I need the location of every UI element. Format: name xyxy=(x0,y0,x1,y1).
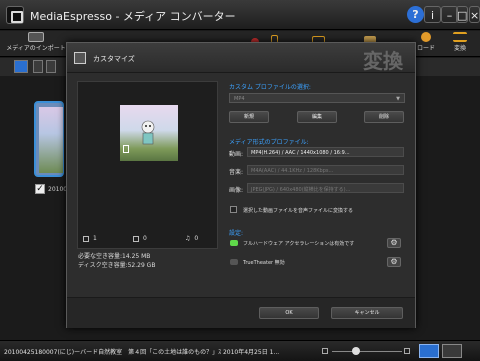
globe-icon xyxy=(421,32,431,42)
video-count-value: 1 xyxy=(93,235,97,242)
photo-count: 0 xyxy=(133,235,147,242)
hw-accel-label: フルハードウェア アクセラレーションは有効です xyxy=(243,241,355,247)
library-item-label: 20100 xyxy=(48,186,68,193)
image-profile-label: 画像: xyxy=(229,187,244,194)
photo-icon xyxy=(133,235,139,242)
upload-label: ロード xyxy=(416,45,435,52)
trutheater-label: TrueTheater 無効 xyxy=(243,260,285,266)
view-photo-button[interactable] xyxy=(46,60,56,73)
hw-accel-status-icon xyxy=(230,240,238,246)
thumbnail-size-slider[interactable] xyxy=(322,347,412,356)
convert-to-audio-label: 選択した動画ファイルを音声ファイルに変換する xyxy=(243,208,354,214)
settings-heading: 設定: xyxy=(229,230,244,237)
library-item-checkbox[interactable]: ✓ xyxy=(35,184,45,194)
zoom-out-icon xyxy=(322,348,328,354)
hw-accel-settings-button[interactable]: ⚙ xyxy=(387,238,401,248)
video-icon xyxy=(83,235,89,242)
title-bar: MediaEspresso ‐ メディア コンバーター ? i – □ × xyxy=(0,0,480,30)
required-space: 必要な空き容量:14.25 MB xyxy=(78,253,151,260)
import-label: メディアのインポート xyxy=(6,45,66,52)
slider-knob[interactable] xyxy=(352,347,360,355)
import-icon xyxy=(28,32,44,42)
free-space: ディスク空き容量:52.29 GB xyxy=(78,262,156,269)
maximize-button[interactable]: □ xyxy=(456,6,468,23)
custom-profile-select[interactable]: MP4 ▼ xyxy=(229,93,405,103)
edit-profile-button[interactable]: 編集 xyxy=(297,111,337,123)
cancel-button[interactable]: キャンセル xyxy=(331,307,403,319)
info-button[interactable]: i xyxy=(424,6,441,23)
trutheater-settings-button[interactable]: ⚙ xyxy=(387,257,401,267)
convert-button[interactable]: 変換 xyxy=(448,31,472,52)
preview-panel xyxy=(77,81,218,249)
view-video-button[interactable] xyxy=(33,60,43,73)
convert-label: 変換 xyxy=(453,45,466,52)
library-item-thumbnail[interactable] xyxy=(34,101,64,177)
video-badge-icon xyxy=(123,145,129,153)
music-count-value: 0 xyxy=(194,235,199,242)
app-logo-icon xyxy=(6,6,24,24)
upload-button[interactable]: ロード xyxy=(412,31,440,52)
trutheater-status-icon xyxy=(230,259,238,265)
video-profile-label: 動画: xyxy=(229,151,244,158)
zoom-in-icon xyxy=(404,348,410,354)
convert-to-audio-checkbox[interactable] xyxy=(230,206,237,213)
chevron-down-icon: ▼ xyxy=(396,96,400,102)
custom-profile-heading: カスタム プロファイルの選択: xyxy=(229,84,311,91)
new-profile-button[interactable]: 新規 xyxy=(229,111,269,123)
app-title: MediaEspresso ‐ メディア コンバーター xyxy=(30,10,236,23)
view-all-button[interactable] xyxy=(14,60,28,73)
ok-button[interactable]: OK xyxy=(259,307,319,319)
help-button[interactable]: ? xyxy=(407,6,424,23)
video-profile-field[interactable]: MP4(H.264) / AAC / 1440x1080 / 16:9... xyxy=(247,147,404,157)
dialog-watermark: 変換 xyxy=(363,49,403,73)
delete-profile-button[interactable]: 削除 xyxy=(364,111,404,123)
video-count: 1 xyxy=(83,235,97,242)
music-note-icon: ♫ xyxy=(185,235,191,242)
music-count: ♫ 0 xyxy=(185,235,198,242)
image-profile-field[interactable]: JPEG(JPG) / 640x480(縦横比を保持する)... xyxy=(247,183,404,193)
character-illustration xyxy=(141,120,155,145)
convert-arrows-icon xyxy=(453,32,467,42)
status-bar: 20100425180007(にじ)ーバード自然教室 第４回「この土地は誰のもの… xyxy=(0,340,480,361)
customize-dialog: カスタマイズ 変換 1 0 ♫ 0 必要な空き容量:14.25 MB ディスク空き… xyxy=(66,42,416,328)
photo-count-value: 0 xyxy=(143,235,147,242)
format-profile-heading: メディア形式のプロファイル: xyxy=(229,139,309,146)
dialog-title: カスタマイズ xyxy=(93,55,135,63)
audio-profile-label: 音楽: xyxy=(229,169,244,176)
slider-track xyxy=(332,351,402,352)
dialog-footer: OK キャンセル xyxy=(67,297,415,328)
import-media-button[interactable]: メディアのインポート xyxy=(6,31,66,52)
grid-view-button[interactable] xyxy=(419,344,439,358)
audio-profile-field[interactable]: M4A(AAC) / 44.1KHz / 128Kbps... xyxy=(247,165,404,175)
preview-thumbnail[interactable] xyxy=(120,105,178,161)
list-view-button[interactable] xyxy=(442,344,462,358)
dialog-header: カスタマイズ 変換 xyxy=(67,43,415,73)
custom-profile-value: MP4 xyxy=(234,96,245,102)
media-counts: 1 0 ♫ 0 xyxy=(77,233,218,247)
customize-icon xyxy=(74,52,86,64)
close-button[interactable]: × xyxy=(469,6,480,23)
status-text: 20100425180007(にじ)ーバード自然教室 第４回「この土地は誰のもの… xyxy=(4,349,280,356)
